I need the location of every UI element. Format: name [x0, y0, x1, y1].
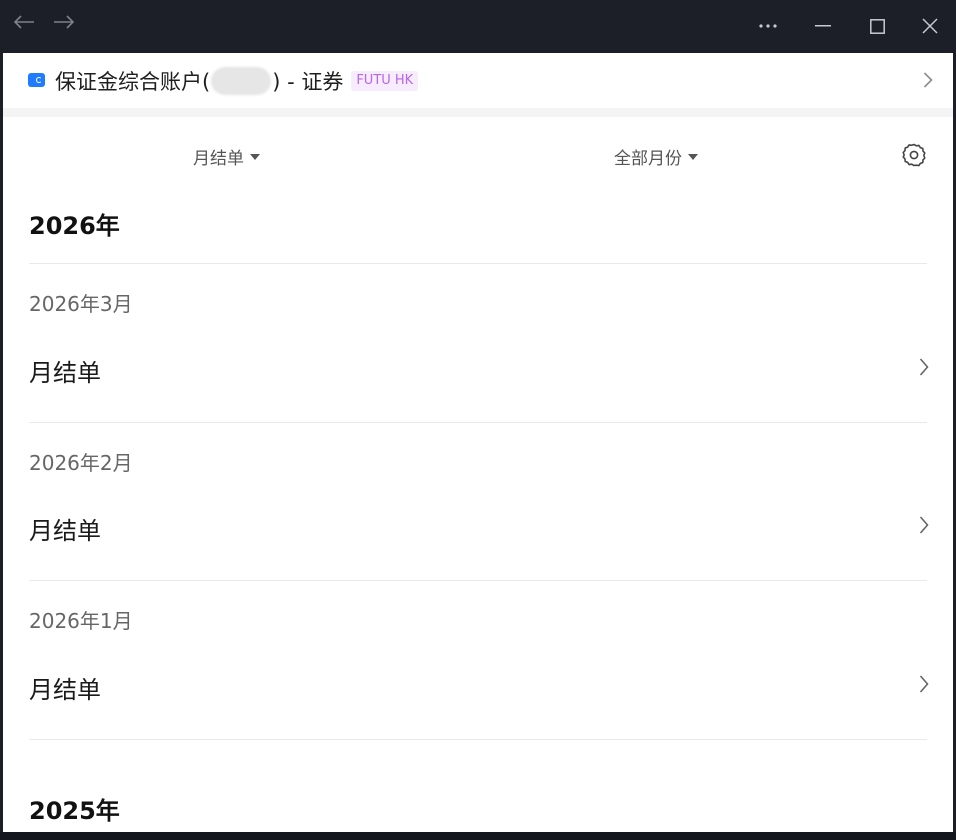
account-name-suffix: ) - 证券: [272, 70, 344, 94]
account-selector[interactable]: 保证金综合账户( ) - 证券 FUTU HK: [3, 53, 953, 108]
divider: [29, 422, 927, 423]
app-window: 保证金综合账户( ) - 证券 FUTU HK 月结单 全部月份 2026年 2…: [0, 0, 956, 840]
statement-type-dropdown[interactable]: 月结单: [193, 144, 260, 169]
title-bar: [0, 0, 956, 53]
divider: [29, 580, 927, 581]
account-name-prefix: 保证金综合账户(: [55, 70, 211, 94]
divider: [29, 739, 927, 740]
statement-label: 月结单: [29, 676, 101, 704]
filter-bar: 月结单 全部月份: [3, 117, 953, 193]
year-heading: 2026年: [29, 212, 120, 240]
chevron-right-icon[interactable]: [923, 71, 933, 93]
statement-row[interactable]: 月结单: [29, 660, 929, 710]
month-label: 2026年3月: [29, 292, 133, 316]
arrow-left-icon[interactable]: [12, 10, 36, 34]
month-label: 2026年2月: [29, 451, 133, 475]
chevron-right-icon: [919, 515, 929, 539]
chevron-right-icon: [919, 674, 929, 698]
main-content: 保证金综合账户( ) - 证券 FUTU HK 月结单 全部月份 2026年 2…: [3, 53, 953, 832]
statement-row[interactable]: 月结单: [29, 343, 929, 393]
wallet-icon: [28, 73, 45, 87]
month-label: 2026年1月: [29, 609, 133, 633]
statement-type-label: 月结单: [193, 149, 244, 169]
account-name: 保证金综合账户( ) - 证券 FUTU HK: [55, 66, 419, 96]
gear-icon[interactable]: [901, 142, 927, 172]
arrow-right-icon[interactable]: [52, 10, 76, 34]
section-divider: [3, 108, 953, 117]
caret-down-icon: [688, 153, 698, 160]
chevron-right-icon: [919, 357, 929, 381]
year-heading: 2025年: [29, 797, 120, 825]
statement-label: 月结单: [29, 517, 101, 545]
statement-label: 月结单: [29, 359, 101, 387]
broker-tag: FUTU HK: [351, 71, 419, 91]
redacted-account-number: [211, 67, 272, 95]
statement-row[interactable]: 月结单: [29, 501, 929, 551]
maximize-icon[interactable]: [864, 14, 890, 38]
month-range-label: 全部月份: [614, 149, 682, 169]
month-range-dropdown[interactable]: 全部月份: [614, 144, 698, 169]
window-bottom-edge: [0, 832, 956, 840]
divider: [29, 263, 927, 264]
minimize-icon[interactable]: [810, 14, 836, 38]
caret-down-icon: [250, 153, 260, 160]
ellipsis-icon[interactable]: [754, 14, 782, 38]
close-icon[interactable]: [917, 14, 943, 38]
